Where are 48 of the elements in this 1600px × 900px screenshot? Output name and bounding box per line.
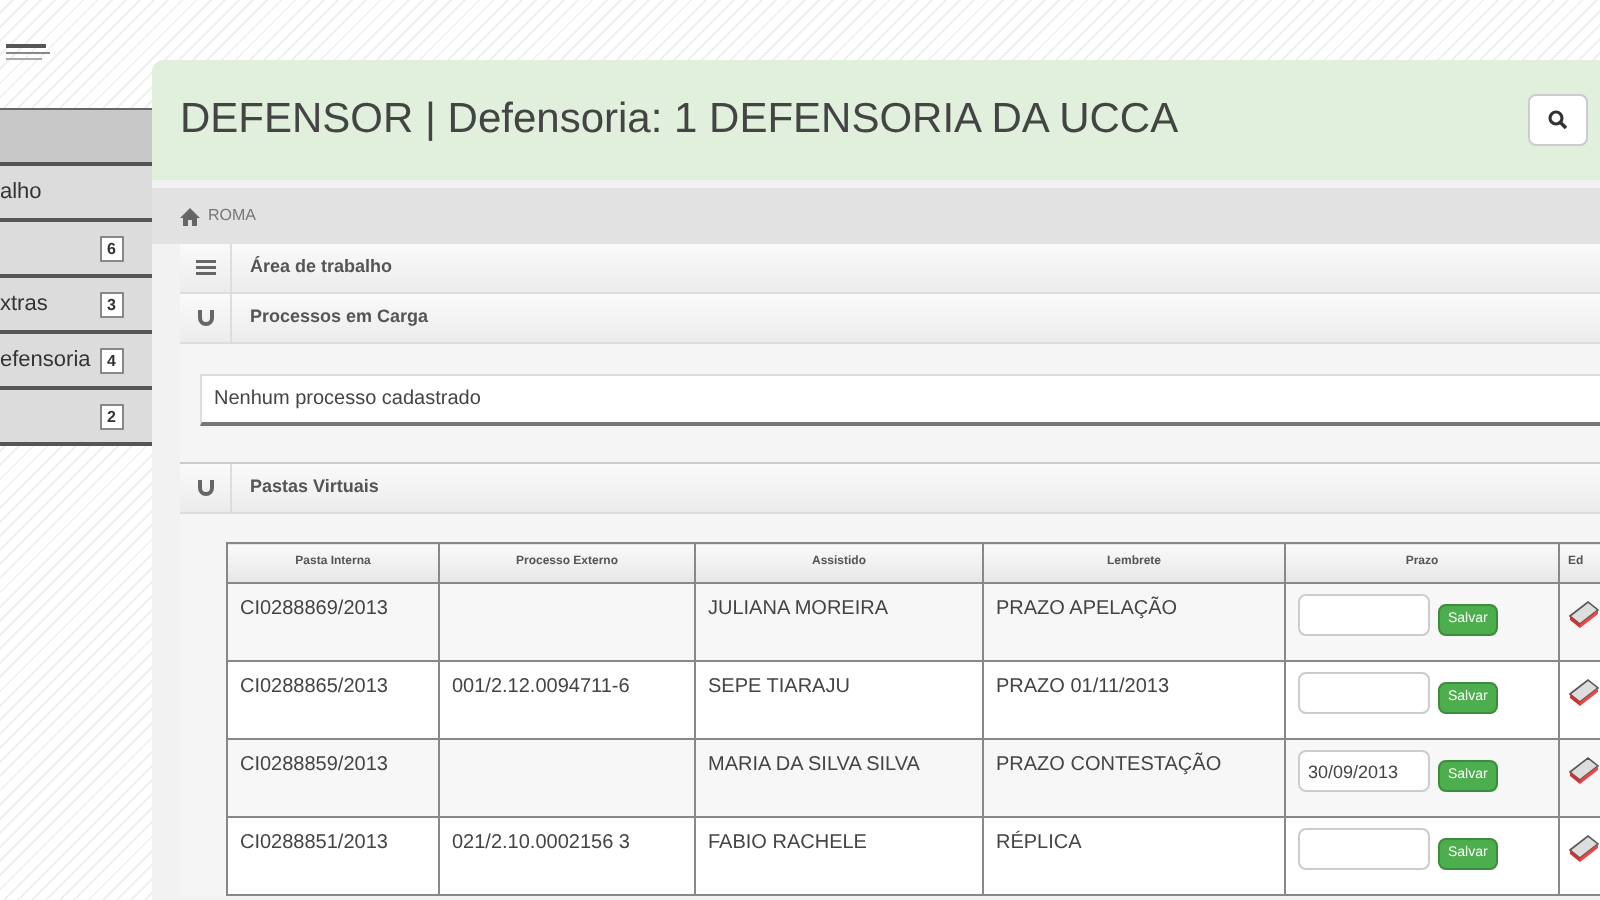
sidebar-item[interactable]: efensoria 4 (0, 334, 152, 390)
notebook-icon[interactable] (1568, 678, 1600, 706)
table-cell-text: PRAZO APELAÇÃO (996, 598, 1178, 620)
breadcrumb-link[interactable]: ROMA (208, 204, 256, 228)
search-button[interactable] (1528, 94, 1588, 146)
table-cell-text: 001/2.12.0094711-6 (452, 676, 630, 698)
date-field[interactable] (1298, 594, 1430, 636)
search-icon (1548, 110, 1568, 130)
table-cell-text: CI0288869/2013 (240, 598, 388, 620)
table-cell-text: CI0288865/2013 (240, 676, 388, 698)
section-header[interactable]: Pastas Virtuais (180, 464, 1600, 514)
count-badge: 6 (99, 235, 124, 261)
count-badge: 3 (99, 291, 124, 317)
section-header[interactable]: Processos em Carga (180, 294, 1600, 344)
table-cell-text: RÉPLICA (996, 832, 1082, 854)
list-icon (195, 260, 215, 276)
sidebar-item[interactable]: xtras 3 (0, 278, 152, 334)
home-icon (180, 207, 200, 225)
sidebar-item[interactable]: alho (0, 166, 152, 222)
sidebar-item[interactable]: 2 (0, 390, 152, 446)
magnet-icon (197, 310, 213, 326)
section-title: Área de trabalho (250, 254, 393, 281)
notebook-icon[interactable] (1568, 834, 1600, 862)
table-cell-text: 021/2.10.0002156 3 (452, 832, 630, 854)
table-cell-text: FABIO RACHELE (708, 832, 867, 854)
date-field[interactable]: 30/09/2013 (1298, 750, 1430, 792)
table-cell-text: MARIA DA SILVA SILVA (708, 754, 920, 776)
table-cell-text: CI0288859/2013 (240, 754, 388, 776)
magnet-icon (197, 480, 213, 496)
section-title: Processos em Carga (250, 304, 429, 331)
date-field[interactable] (1298, 828, 1430, 870)
page-title: DEFENSOR | Defensoria: 1 DEFENSORIA DA UCCA (180, 94, 1179, 147)
sidebar-item[interactable] (0, 110, 152, 166)
count-badge: 2 (99, 403, 124, 429)
date-field[interactable] (1298, 672, 1430, 714)
section-title: Pastas Virtuais (250, 474, 379, 501)
logo-drawing (6, 44, 50, 64)
table-cell-text: CI0288851/2013 (240, 832, 388, 854)
empty-message: Nenhum processo cadastrado (200, 374, 1600, 426)
table-cell-text: JULIANA MOREIRA (708, 598, 889, 620)
section-header[interactable]: Área de trabalho (180, 244, 1600, 294)
table-cell-text: PRAZO CONTESTAÇÃO (996, 754, 1222, 776)
count-badge: 4 (99, 347, 124, 373)
notebook-icon[interactable] (1568, 600, 1600, 628)
notebook-icon[interactable] (1568, 756, 1600, 784)
table-cell-text: SEPE TIARAJU (708, 676, 850, 698)
table-cell-text: PRAZO 01/11/2013 (996, 676, 1170, 698)
sidebar-item[interactable]: 6 (0, 222, 152, 278)
